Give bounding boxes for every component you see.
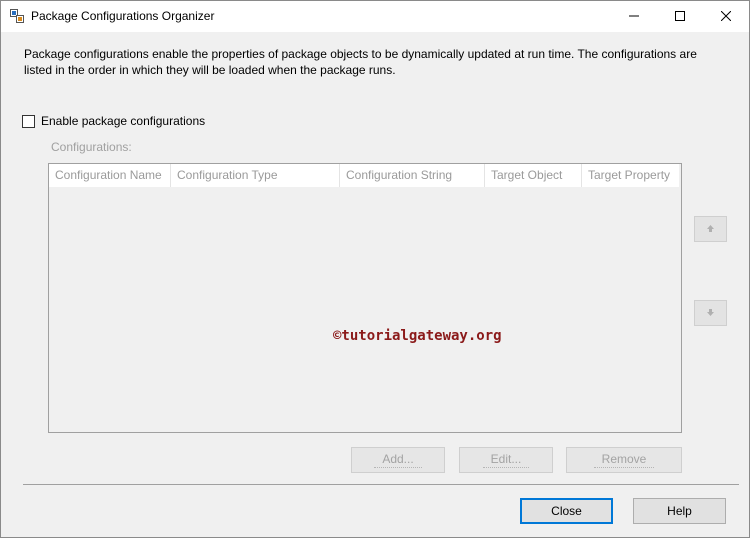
enable-configurations-checkbox[interactable]: [22, 114, 35, 128]
dialog-window: Package Configurations Organizer Package…: [0, 0, 750, 538]
enable-configurations-row[interactable]: Enable package configurations: [22, 114, 205, 128]
close-icon: [720, 10, 732, 24]
move-down-button[interactable]: [694, 300, 727, 326]
column-header[interactable]: Configuration String: [340, 164, 485, 187]
edit-button-label: Edit...: [482, 452, 530, 468]
ssis-package-icon: [10, 9, 24, 23]
arrow-down-icon: [706, 306, 715, 320]
close-button[interactable]: Close: [520, 498, 613, 524]
enable-configurations-label[interactable]: Enable package configurations: [41, 114, 205, 128]
help-button[interactable]: Help: [633, 498, 726, 524]
maximize-button[interactable]: [657, 1, 703, 32]
column-header[interactable]: Target Object: [485, 164, 582, 187]
column-header[interactable]: Configuration Type: [171, 164, 340, 187]
column-header[interactable]: Configuration Name: [49, 164, 171, 187]
minimize-icon: [629, 10, 639, 24]
close-window-button[interactable]: [703, 1, 749, 32]
remove-button[interactable]: Remove: [566, 447, 682, 473]
add-button[interactable]: Add...: [351, 447, 445, 473]
remove-button-label: Remove: [593, 452, 655, 468]
configurations-grid[interactable]: Configuration Name Configuration Type Co…: [48, 163, 682, 433]
description-text: Package configurations enable the proper…: [24, 47, 697, 77]
arrow-up-icon: [706, 222, 715, 236]
move-up-button[interactable]: [694, 216, 727, 242]
maximize-icon: [675, 10, 685, 24]
separator-line: [23, 484, 739, 485]
title-bar: Package Configurations Organizer: [1, 1, 749, 32]
add-button-label: Add...: [374, 452, 422, 468]
window-title: Package Configurations Organizer: [31, 9, 215, 23]
watermark-text: ©tutorialgateway.org: [333, 328, 502, 344]
configurations-label: Configurations:: [51, 140, 132, 154]
grid-header: Configuration Name Configuration Type Co…: [49, 164, 679, 187]
minimize-button[interactable]: [611, 1, 657, 32]
edit-button[interactable]: Edit...: [459, 447, 553, 473]
column-header[interactable]: Target Property: [582, 164, 679, 187]
